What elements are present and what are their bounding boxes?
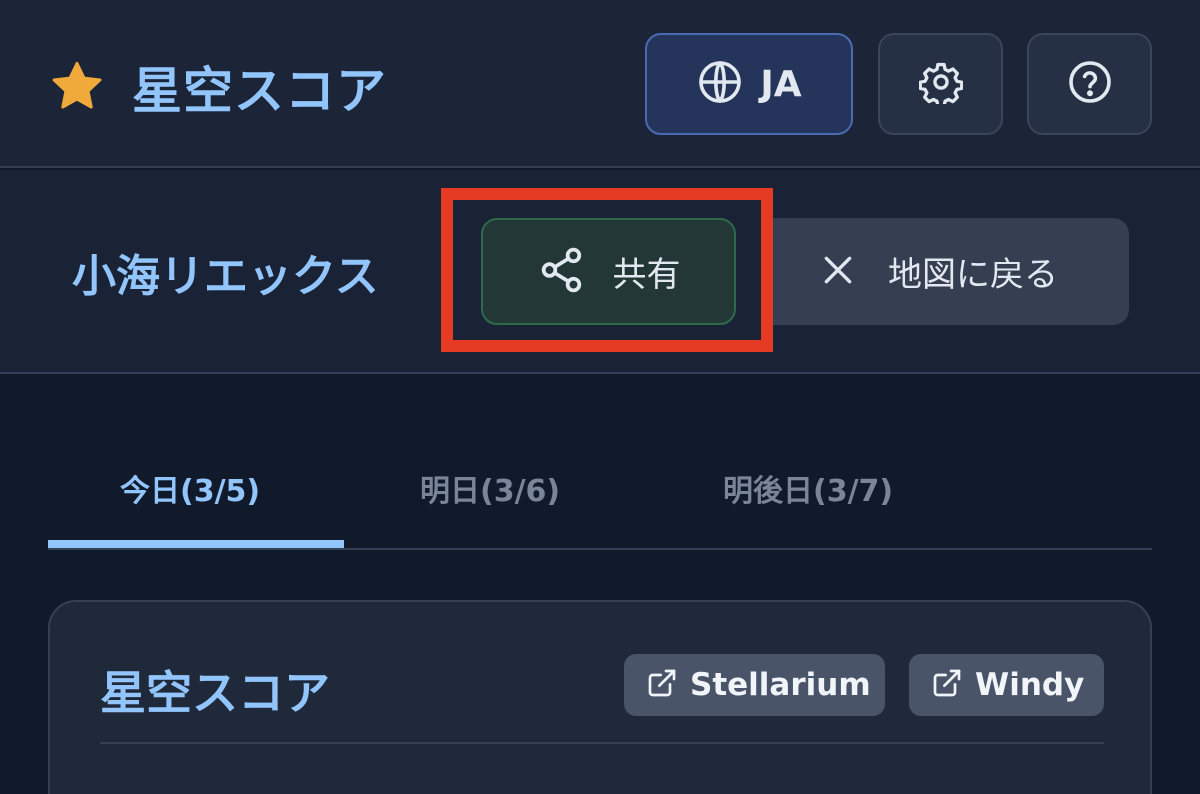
location-name: 小海リエックス [72, 251, 379, 302]
language-button[interactable]: JA [645, 33, 853, 135]
star-score-card: 星空スコア Stellarium Windy [48, 600, 1152, 794]
card-divider [100, 742, 1104, 744]
external-link-icon [646, 667, 678, 703]
active-tab-indicator [48, 540, 344, 548]
tab-tomorrow[interactable]: 明日(3/6) [420, 466, 560, 510]
app-header: 星空スコア JA [0, 0, 1200, 168]
back-to-map-button[interactable]: 地図に戻る [768, 218, 1129, 325]
star-icon [48, 58, 106, 116]
tab-today[interactable]: 今日(3/5) [120, 466, 260, 510]
language-label: JA [760, 63, 802, 105]
help-button[interactable] [1027, 33, 1152, 135]
share-label: 共有 [612, 255, 681, 295]
windy-label: Windy [975, 667, 1085, 703]
stellarium-label: Stellarium [690, 667, 871, 703]
close-icon [818, 250, 858, 294]
app-title: 星空スコア [132, 62, 387, 120]
share-button[interactable]: 共有 [481, 218, 736, 325]
tab-day-after-tomorrow[interactable]: 明後日(3/7) [723, 466, 893, 510]
windy-link[interactable]: Windy [909, 654, 1104, 716]
back-to-map-label: 地図に戻る [888, 255, 1058, 295]
brand: 星空スコア [48, 55, 387, 120]
card-title: 星空スコア [100, 666, 330, 720]
share-icon [537, 245, 587, 299]
help-circle-icon [1066, 58, 1114, 110]
globe-icon [696, 58, 744, 110]
day-tabs: 今日(3/5) 明日(3/6) 明後日(3/7) [48, 430, 1152, 550]
gear-icon [918, 60, 963, 108]
settings-button[interactable] [878, 33, 1003, 135]
external-link-icon [931, 667, 963, 703]
stellarium-link[interactable]: Stellarium [624, 654, 885, 716]
